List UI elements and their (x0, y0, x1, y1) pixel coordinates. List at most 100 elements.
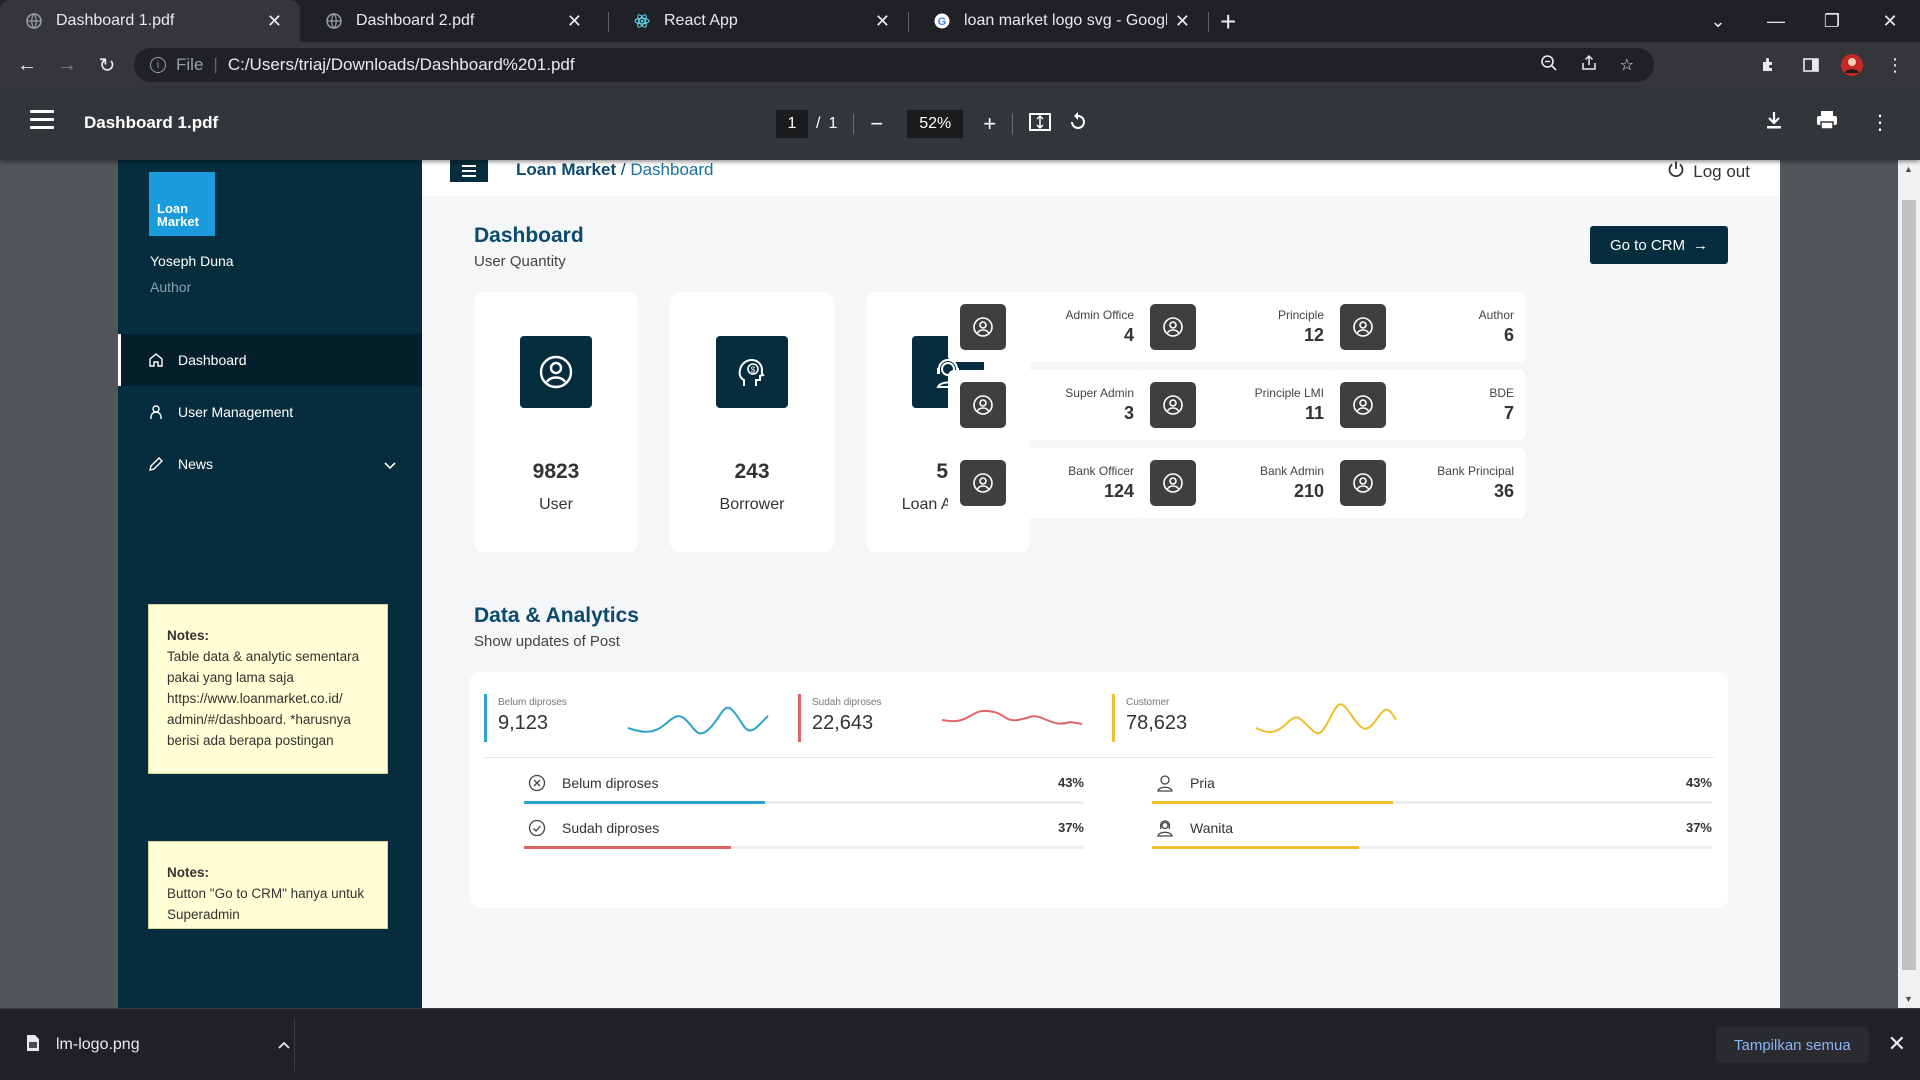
stat-belum-diproses: Belum diproses 9,123 (484, 694, 567, 742)
url-bar[interactable]: i File | C:/Users/triaj/Downloads/Dashbo… (134, 48, 1654, 82)
stat-accent-bar (798, 694, 801, 742)
tab-dashboard-2[interactable]: Dashboard 2.pdf ✕ (300, 0, 600, 42)
role-card-value: 210 (1293, 481, 1324, 501)
back-icon[interactable]: ← (12, 50, 42, 80)
tab-search-icon[interactable]: ⌄ (1690, 0, 1746, 42)
card-label: User (539, 496, 573, 513)
svg-text:G: G (938, 16, 947, 28)
profile-avatar[interactable] (1840, 50, 1864, 80)
close-window-icon[interactable]: ✕ (1862, 0, 1918, 42)
print-icon[interactable] (1816, 110, 1838, 136)
x-circle-icon (528, 774, 546, 792)
minimize-icon[interactable]: — (1748, 0, 1804, 42)
progress-percent: 43% (1057, 775, 1084, 790)
browser-menu-icon[interactable]: ⋮ (1886, 50, 1904, 80)
more-options-icon[interactable]: ⋮ (1870, 110, 1890, 136)
sidebar-item-user-management[interactable]: User Management (118, 386, 422, 438)
logout-button[interactable]: Log out (1667, 160, 1750, 183)
analytics-subtitle: Show updates of Post (474, 633, 620, 650)
chevron-up-icon[interactable] (278, 1036, 290, 1054)
close-tab-icon[interactable]: ✕ (567, 11, 582, 32)
check-circle-icon (528, 819, 546, 837)
scroll-up-icon[interactable]: ▲ (1904, 164, 1913, 174)
page-total: 1 (828, 115, 838, 132)
go-to-crm-button[interactable]: Go to CRM → (1590, 226, 1728, 264)
url-scheme: File (176, 55, 204, 74)
role-card: Super Admin 3 (948, 370, 1146, 440)
info-icon[interactable]: i (150, 57, 166, 73)
close-tab-icon[interactable]: ✕ (875, 11, 890, 32)
role-card-label: Author (1478, 308, 1514, 322)
tab-title: Dashboard 1.pdf (56, 12, 175, 29)
download-icon[interactable] (1764, 110, 1784, 136)
google-icon: G (934, 13, 950, 29)
fit-page-icon[interactable] (1029, 112, 1052, 137)
close-tab-icon[interactable]: ✕ (267, 11, 282, 32)
progress-fill (1152, 846, 1360, 849)
reload-icon[interactable]: ↻ (92, 50, 122, 80)
tab-dashboard-1[interactable]: Dashboard 1.pdf ✕ (0, 0, 300, 42)
globe-icon (26, 13, 42, 29)
role-card-label: Principle (1277, 308, 1324, 322)
role-card-label: Super Admin (1065, 386, 1134, 400)
zoom-out-icon[interactable]: − (870, 111, 883, 137)
new-tab-button[interactable]: + (1220, 6, 1236, 38)
chevron-down-icon[interactable] (384, 457, 396, 473)
card-value: 243 (734, 460, 770, 483)
role-card: Bank Admin 210 (1138, 448, 1336, 518)
stat-sudah-diproses: Sudah diproses 22,643 (798, 694, 882, 742)
show-all-downloads-button[interactable]: Tampilkan semua (1716, 1027, 1869, 1063)
zoom-level-input[interactable]: 52% (907, 110, 964, 138)
user-circle-icon (960, 304, 1006, 350)
note-title: Notes: (167, 628, 210, 643)
close-tab-icon[interactable]: ✕ (1175, 11, 1190, 32)
role-card: BDE 7 (1328, 370, 1526, 440)
breadcrumb-root[interactable]: Loan Market (516, 160, 616, 179)
logout-label: Log out (1693, 161, 1750, 181)
pdf-sidebar-menu-icon[interactable] (30, 110, 54, 134)
download-item[interactable]: lm-logo.png (26, 1027, 296, 1063)
stat-value: 78,623 (1126, 712, 1188, 734)
breadcrumb-separator: / (616, 160, 631, 179)
url-text: C:/Users/triaj/Downloads/Dashboard%201.p… (227, 55, 575, 74)
zoom-in-icon[interactable]: + (983, 111, 996, 137)
bookmark-star-icon[interactable]: ☆ (1620, 55, 1634, 75)
stat-label: Customer (1126, 697, 1170, 708)
user-circle-icon (1150, 304, 1196, 350)
rotate-icon[interactable] (1067, 111, 1089, 138)
zoom-icon[interactable] (1540, 54, 1558, 77)
share-icon[interactable] (1580, 54, 1598, 77)
logo-line-2: Market (157, 214, 199, 229)
card-label: Borrower (719, 496, 785, 513)
hamburger-menu-icon[interactable] (450, 160, 488, 182)
sidebar-item-news[interactable]: News (118, 438, 422, 490)
sidebar-item-label: Dashboard (178, 352, 247, 368)
browser-tab-strip: Dashboard 1.pdf ✕ Dashboard 2.pdf ✕ Reac… (0, 0, 1920, 42)
tab-react-app[interactable]: React App ✕ (608, 0, 908, 42)
download-shelf: lm-logo.png Tampilkan semua ✕ (0, 1008, 1920, 1080)
scroll-down-icon[interactable]: ▼ (1904, 994, 1913, 1004)
forward-icon[interactable]: → (52, 50, 82, 80)
progress-row: Pria 43% (1152, 772, 1712, 812)
note-title: Notes: (167, 865, 210, 880)
role-card-label: Bank Officer (1068, 464, 1134, 478)
restore-icon[interactable]: ❐ (1804, 0, 1860, 42)
home-icon (148, 352, 164, 368)
pdf-scrollbar[interactable]: ▲ ▼ (1898, 160, 1920, 1008)
role-card-value: 6 (1503, 325, 1514, 345)
progress-percent: 43% (1685, 775, 1712, 790)
file-icon (26, 1034, 40, 1057)
close-download-shelf-icon[interactable]: ✕ (1888, 1031, 1906, 1057)
extensions-icon[interactable] (1760, 50, 1778, 80)
scrollbar-thumb[interactable] (1902, 200, 1916, 970)
tab-separator (1208, 12, 1209, 32)
sidebar-item-dashboard[interactable]: Dashboard (118, 334, 422, 386)
page-number-input[interactable]: 1 (776, 110, 808, 138)
tab-google-search[interactable]: G loan market logo svg - Google Se ✕ (908, 0, 1208, 42)
toolbar-divider (853, 114, 855, 134)
user-count-card: 9823 User (474, 292, 638, 552)
crm-button-label: Go to CRM (1609, 236, 1685, 254)
side-panel-icon[interactable] (1802, 50, 1820, 80)
role-card: Bank Principal 36 (1328, 448, 1526, 518)
globe-icon (326, 13, 342, 29)
